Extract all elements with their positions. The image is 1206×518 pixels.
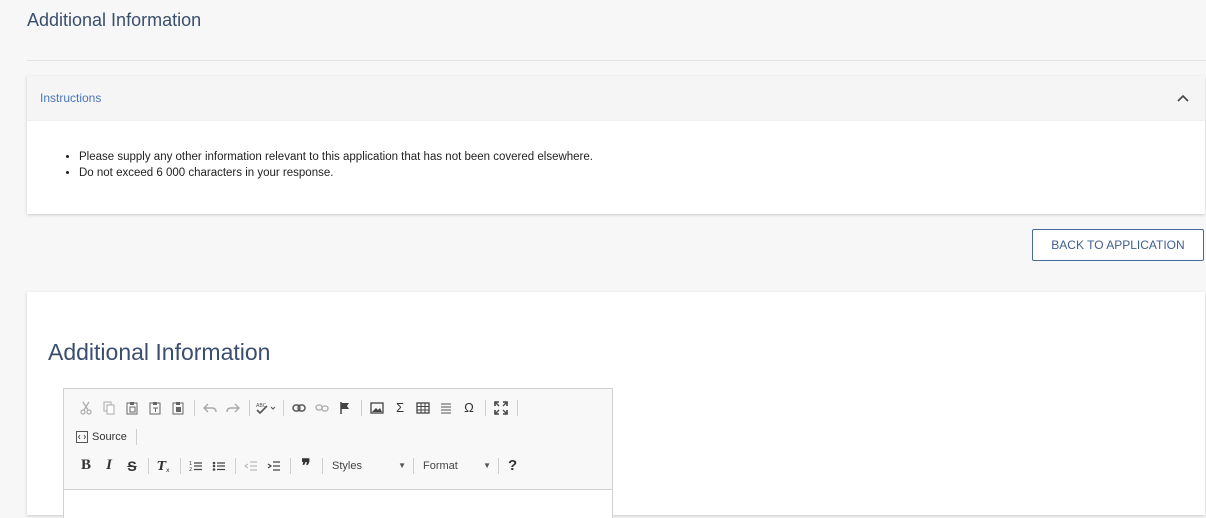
italic-icon[interactable]: I [99,456,119,476]
paste-text-icon[interactable] [145,398,165,418]
maximize-icon[interactable] [491,398,511,418]
source-label: Source [92,430,127,443]
strikethrough-icon[interactable]: S [122,456,142,476]
toolbar-separator [194,399,195,416]
instruction-item: Please supply any other information rele… [79,149,1205,165]
toolbar-row-3: B I S Tx 12 ❞ Styles ▼ Format ▼ ? [76,451,612,480]
anchor-flag-icon[interactable] [335,398,355,418]
numbered-list-icon[interactable]: 12 [186,456,206,476]
toolbar-separator [498,457,499,474]
toolbar-separator [361,399,362,416]
additional-information-card: Additional Information ABC Σ Ω Source B … [27,292,1205,518]
source-button[interactable]: Source [76,427,127,447]
spellcheck-icon[interactable]: ABC [255,398,277,418]
copy-icon[interactable] [99,398,119,418]
paste-icon[interactable] [122,398,142,418]
toolbar-separator [249,399,250,416]
source-icon [76,430,88,443]
editor-content-area[interactable] [64,490,612,518]
toolbar-separator [135,428,137,445]
caret-down-icon: ▼ [398,461,406,470]
toolbar-separator [180,457,181,474]
toolbar-separator [322,457,323,474]
increase-indent-icon[interactable] [264,456,284,476]
styles-dropdown[interactable]: Styles ▼ [328,456,410,476]
toolbar-separator [485,399,486,416]
blockquote-icon[interactable]: ❞ [296,456,316,476]
card-title: Additional Information [48,339,271,365]
toolbar-separator [283,399,284,416]
page-title: Additional Information [27,10,202,30]
instructions-header[interactable]: Instructions [27,76,1205,121]
cut-icon[interactable] [76,398,96,418]
toolbar-separator [517,399,518,416]
redo-icon[interactable] [223,398,243,418]
format-dropdown[interactable]: Format ▼ [419,456,495,476]
undo-icon[interactable] [200,398,220,418]
styles-label: Styles [332,459,362,472]
editor-toolbar: ABC Σ Ω Source B I S T x 1 2 ❞ Styles ▼ … [64,389,612,490]
toolbar-separator [290,457,291,474]
bulleted-list-icon[interactable] [209,456,229,476]
back-to-application-button[interactable]: BACK TO APPLICATION [1032,229,1204,261]
special-character-icon[interactable]: Ω [459,398,479,418]
toolbar-row-2: Source [76,422,612,451]
chevron-up-icon[interactable] [1175,90,1191,106]
bold-icon[interactable]: B [76,456,96,476]
unlink-icon[interactable] [312,398,332,418]
image-icon[interactable] [367,398,387,418]
help-icon[interactable]: ? [508,457,517,474]
svg-text:2: 2 [189,467,192,472]
toolbar-row-1: ABC Σ Ω [76,393,612,422]
toolbar-separator [413,457,414,474]
format-label: Format [423,459,458,472]
svg-text:x: x [166,467,170,473]
table-icon[interactable] [413,398,433,418]
paste-from-word-icon[interactable] [168,398,188,418]
instruction-item: Do not exceed 6 000 characters in your r… [79,165,1205,181]
rich-text-editor: ABC Σ Ω Source B I S T x 1 2 ❞ Styles ▼ … [63,388,613,518]
remove-format-icon[interactable]: Tx [154,456,174,476]
instructions-panel: Instructions Please supply any other inf… [27,76,1205,214]
instructions-label: Instructions [40,91,102,105]
instructions-list: Please supply any other information rele… [63,149,1205,181]
toolbar-separator [235,457,236,474]
page-header: Additional Information [27,0,1206,61]
link-icon[interactable] [289,398,309,418]
decrease-indent-icon[interactable] [241,456,261,476]
instructions-body: Please supply any other information rele… [27,121,1205,181]
math-sigma-icon[interactable]: Σ [390,398,410,418]
toolbar-separator [148,457,149,474]
caret-down-icon: ▼ [483,461,491,470]
horizontal-rule-icon[interactable] [436,398,456,418]
